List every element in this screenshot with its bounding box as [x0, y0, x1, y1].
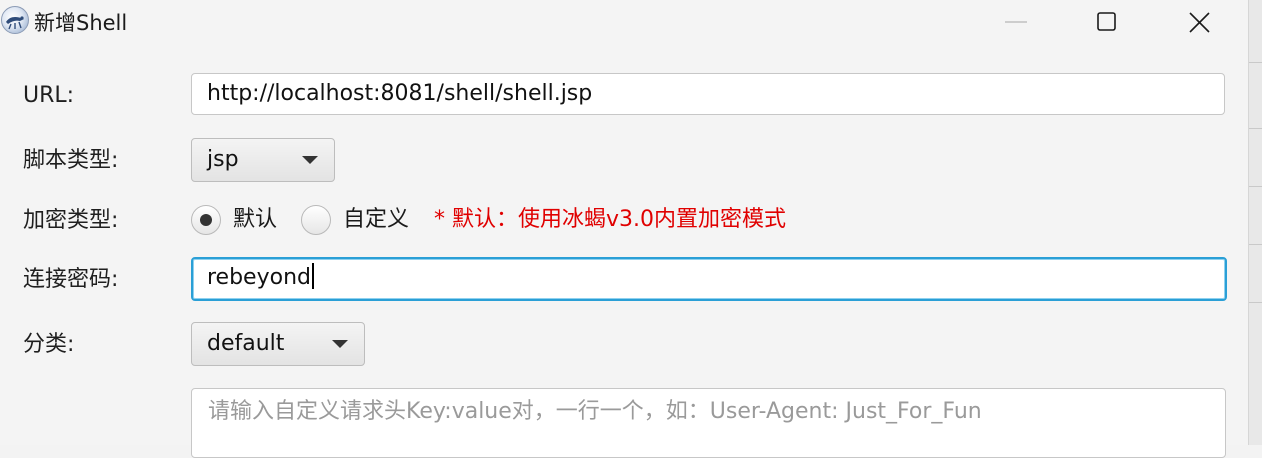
- window-title: 新增Shell: [34, 11, 128, 35]
- close-button[interactable]: [1176, 0, 1222, 46]
- radio-custom[interactable]: [301, 205, 331, 235]
- minimize-icon: [1005, 21, 1027, 23]
- edge-divider: [1249, 244, 1262, 245]
- edge-divider: [1249, 302, 1262, 303]
- script-type-select[interactable]: jsp: [191, 138, 335, 182]
- radio-default-label[interactable]: 默认: [233, 206, 277, 234]
- close-icon: [1189, 12, 1210, 33]
- password-input[interactable]: rebeyond: [191, 257, 1227, 301]
- custom-headers-textarea[interactable]: 请输入自定义请求头Key:value对，一行一个，如：User-Agent: J…: [191, 388, 1226, 458]
- maximize-button[interactable]: [1084, 0, 1130, 46]
- app-logo-icon: [1, 6, 29, 34]
- custom-headers-placeholder: 请输入自定义请求头Key:value对，一行一个，如：User-Agent: J…: [208, 399, 982, 424]
- background-window-edge: [1249, 0, 1262, 445]
- new-shell-dialog: 新增Shell URL: http://localhost:8081/shell…: [0, 0, 1249, 458]
- edge-divider: [1249, 186, 1262, 187]
- category-label: 分类:: [23, 332, 75, 357]
- text-caret: [311, 263, 314, 289]
- encrypt-hint: * 默认：使用冰蝎v3.0内置加密模式: [434, 207, 787, 232]
- script-type-label: 脚本类型:: [23, 148, 119, 173]
- minimize-button[interactable]: [995, 0, 1041, 46]
- category-select[interactable]: default: [191, 322, 365, 366]
- chevron-down-icon: [302, 156, 318, 164]
- category-value: default: [207, 331, 285, 356]
- maximize-icon: [1097, 12, 1116, 31]
- password-label: 连接密码:: [23, 267, 119, 292]
- url-input[interactable]: http://localhost:8081/shell/shell.jsp: [191, 73, 1225, 115]
- url-label: URL:: [23, 83, 75, 108]
- edge-divider: [1249, 62, 1262, 63]
- radio-custom-label[interactable]: 自定义: [343, 206, 409, 234]
- chevron-down-icon: [332, 340, 348, 348]
- password-value: rebeyond: [207, 265, 311, 290]
- edge-divider: [1249, 128, 1262, 129]
- title-bar[interactable]: 新增Shell: [0, 0, 1248, 48]
- encrypt-type-label: 加密类型:: [23, 208, 119, 233]
- script-type-value: jsp: [207, 147, 239, 172]
- radio-default[interactable]: [191, 205, 221, 235]
- radio-selected-dot: [200, 214, 212, 226]
